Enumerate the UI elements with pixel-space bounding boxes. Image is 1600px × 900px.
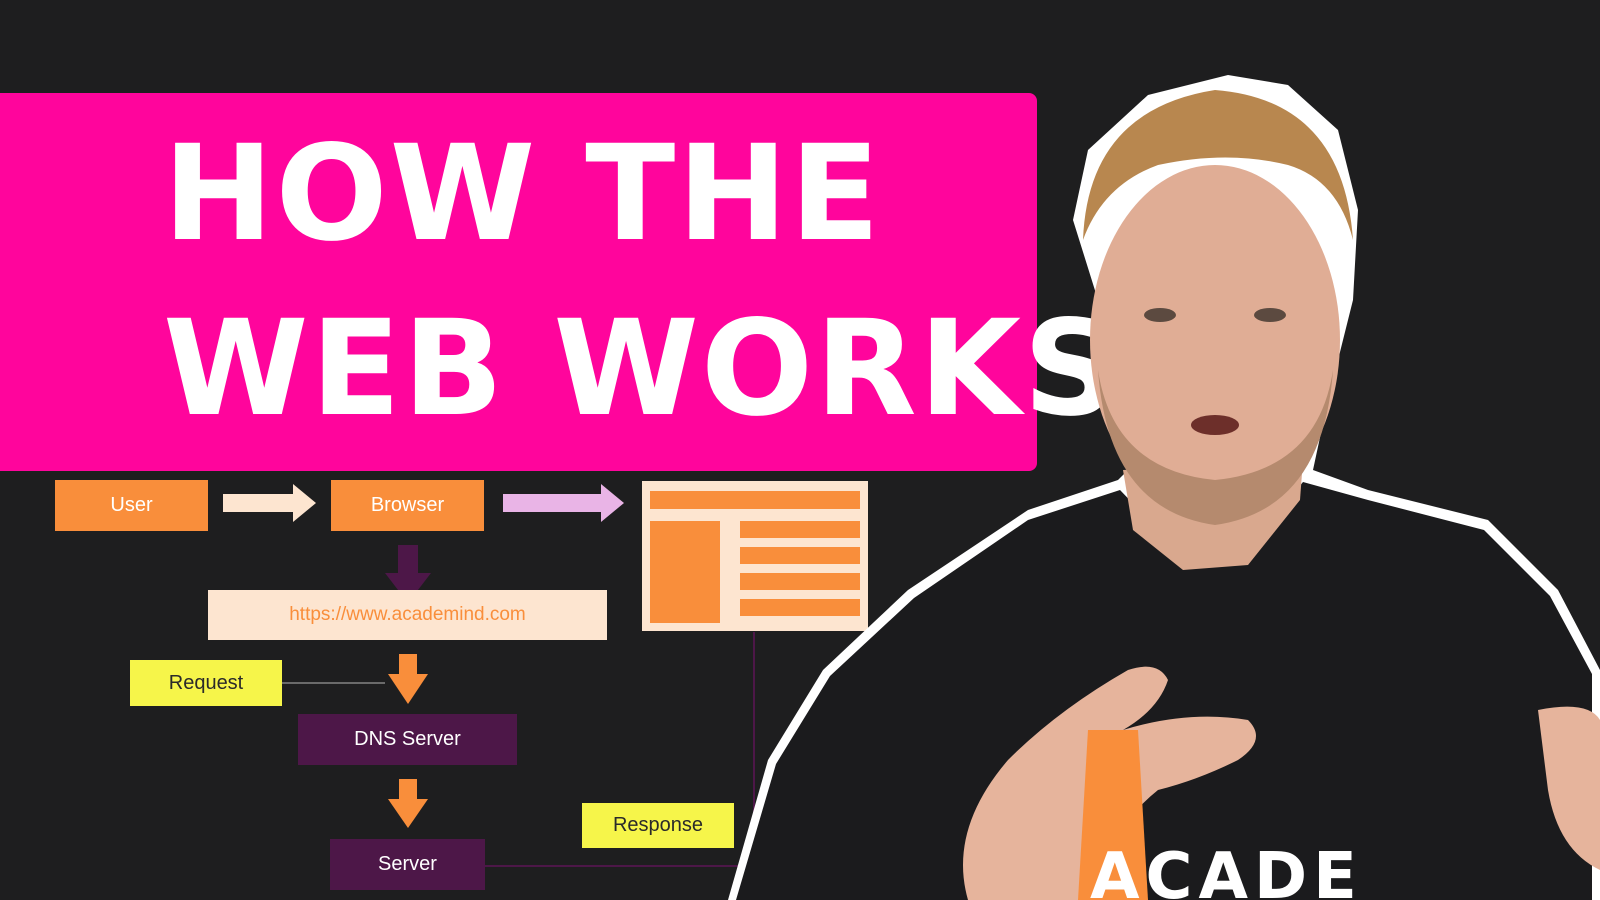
arrow-url-to-dns [388, 654, 428, 704]
user-box: User [55, 480, 208, 531]
response-label: Response [582, 803, 734, 848]
video-thumbnail: HOW THE WEB WORKS User Browser https://w… [0, 0, 1600, 900]
browser-box: Browser [331, 480, 484, 531]
dns-server-box: DNS Server [298, 714, 517, 765]
url-box: https://www.academind.com [208, 590, 607, 640]
arrow-user-to-browser [223, 484, 316, 522]
arrow-browser-to-page [503, 484, 624, 522]
server-box: Server [330, 839, 485, 890]
shirt-logo-text: ACADE [1090, 840, 1363, 900]
presenter-photo [728, 75, 1600, 900]
arrow-dns-to-server [388, 779, 428, 828]
mockup-sidebar-block [650, 521, 720, 623]
request-label: Request [130, 660, 282, 706]
